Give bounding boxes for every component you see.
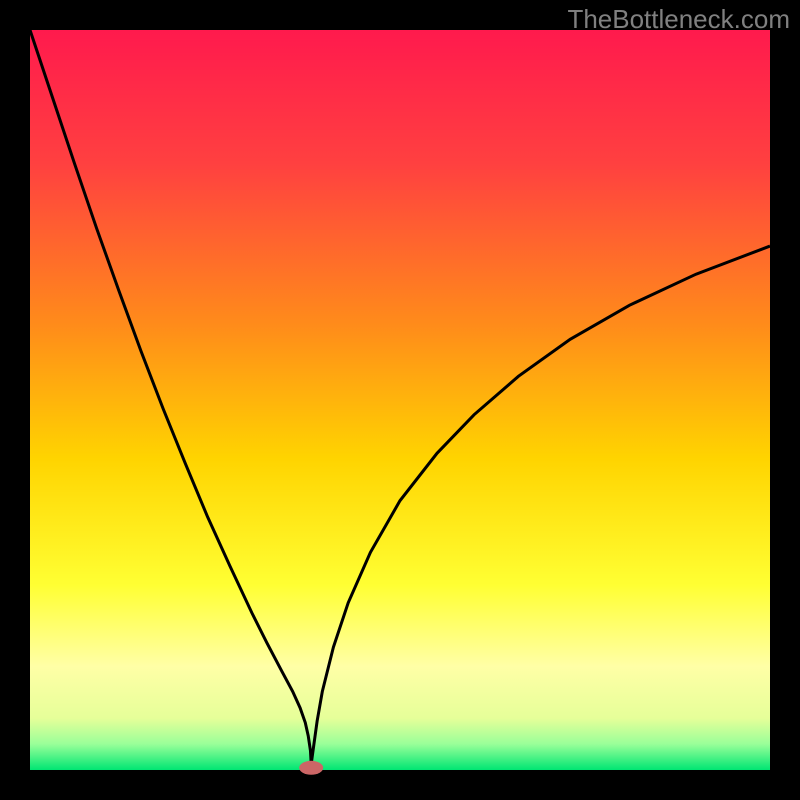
chart-frame: TheBottleneck.com [0,0,800,800]
gradient-background [30,30,770,770]
optimal-point-marker [299,761,323,775]
bottleneck-chart [0,0,800,800]
